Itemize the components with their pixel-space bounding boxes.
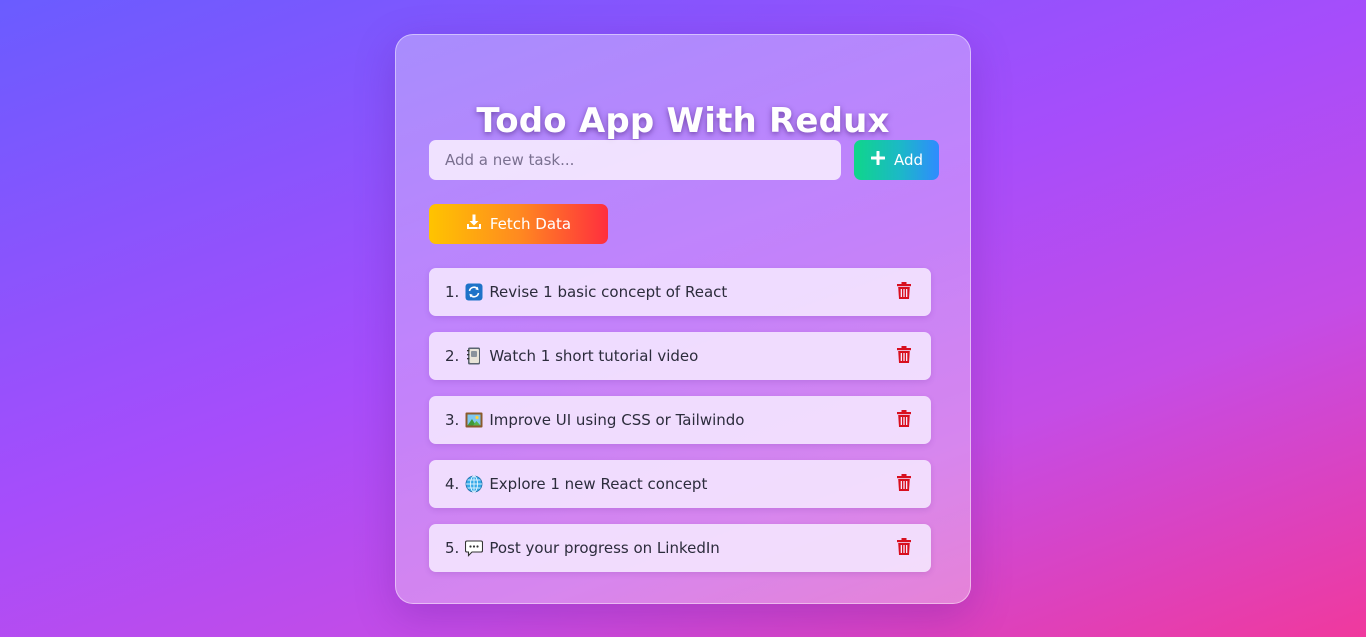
framed-picture-icon <box>465 411 483 429</box>
todo-card: Todo App With Redux Add Fetch Data 1. <box>395 34 971 604</box>
todo-item: 5. Post your progress on LinkedIn <box>429 524 931 572</box>
todo-item: 2. Watch 1 short tutorial video <box>429 332 931 380</box>
delete-button[interactable] <box>893 281 915 303</box>
new-task-input[interactable] <box>429 140 841 180</box>
speech-bubble-icon <box>465 539 484 557</box>
repeat-icon <box>465 283 483 301</box>
todo-number: 3. <box>445 411 460 429</box>
todo-item: 1. Revise 1 basic concept of React <box>429 268 931 316</box>
download-icon <box>466 214 482 234</box>
todo-text: Improve UI using CSS or Tailwindo <box>489 411 745 429</box>
fetch-button-label: Fetch Data <box>489 215 572 233</box>
trash-icon <box>897 282 911 302</box>
todo-text: Revise 1 basic concept of React <box>489 283 728 301</box>
delete-button[interactable] <box>893 473 915 495</box>
trash-icon <box>897 346 911 366</box>
todo-number: 2. <box>445 347 460 365</box>
globe-icon <box>465 475 483 493</box>
todo-number: 1. <box>445 283 460 301</box>
todo-item: 3. Improve UI using CSS or Tailwindo <box>429 396 931 444</box>
add-task-button[interactable]: Add <box>854 140 939 180</box>
delete-button[interactable] <box>893 345 915 367</box>
todo-text: Post your progress on LinkedIn <box>489 539 720 557</box>
plus-icon <box>870 150 886 170</box>
delete-button[interactable] <box>893 537 915 559</box>
fetch-data-button[interactable]: Fetch Data <box>429 204 608 244</box>
delete-button[interactable] <box>893 409 915 431</box>
todo-number: 5. <box>445 539 460 557</box>
todo-text: Watch 1 short tutorial video <box>489 347 699 365</box>
todo-list: 1. Revise 1 basic concept of React 2. Wa… <box>429 268 931 588</box>
todo-item: 4. Explore 1 new React concept <box>429 460 931 508</box>
trash-icon <box>897 474 911 494</box>
trash-icon <box>897 410 911 430</box>
todo-text: Explore 1 new React concept <box>489 475 708 493</box>
trash-icon <box>897 538 911 558</box>
app-title: Todo App With Redux <box>476 101 890 141</box>
todo-number: 4. <box>445 475 460 493</box>
add-button-label: Add <box>893 151 924 169</box>
notebook-icon <box>465 347 483 365</box>
